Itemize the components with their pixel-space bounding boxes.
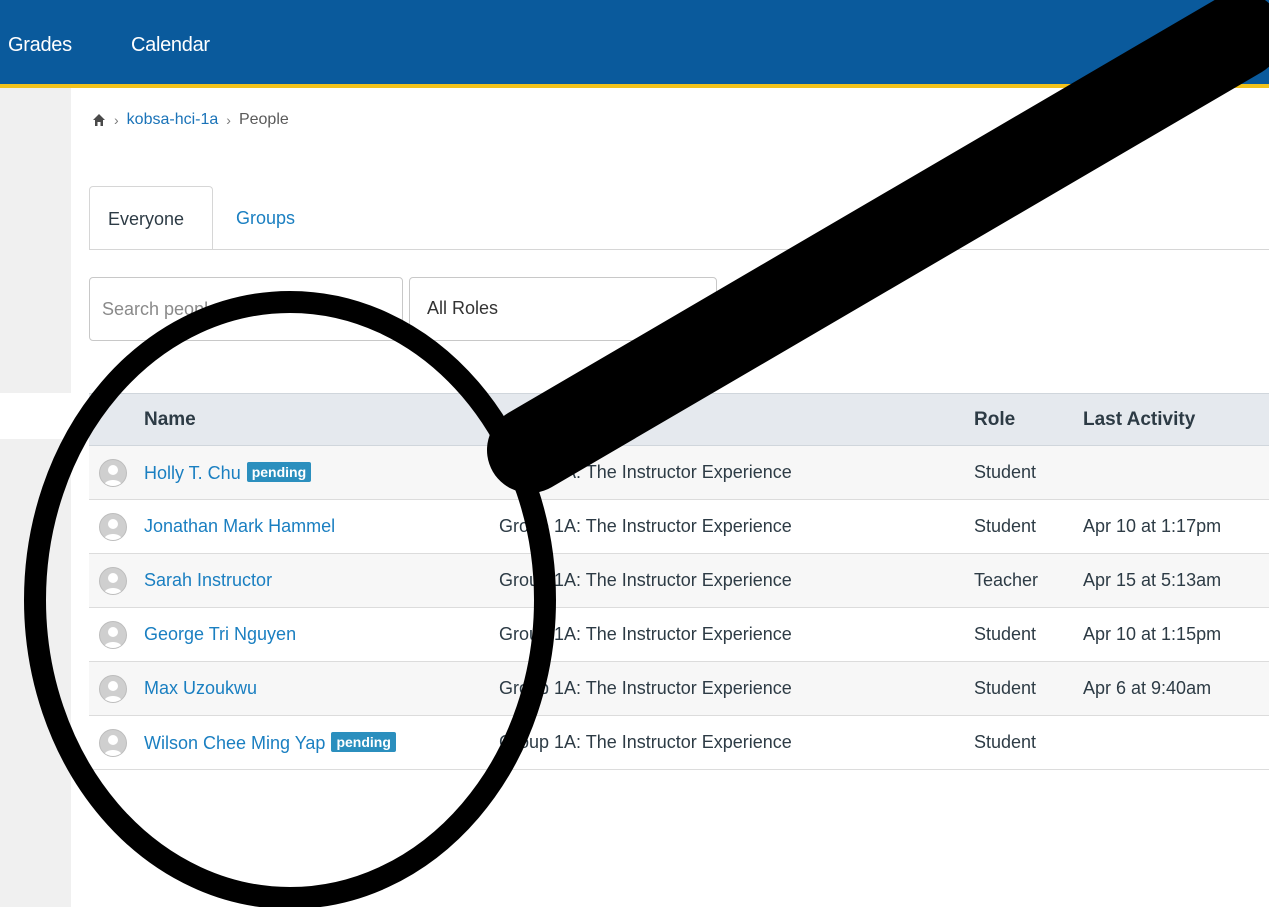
avatar-icon[interactable] [99, 674, 127, 703]
tab-everyone[interactable]: Everyone [89, 186, 213, 250]
role-cell: Student [974, 445, 1083, 500]
table-row: Holly T. Chu pending Group 1A: The Instruc… [89, 445, 1269, 500]
section-cell: Group 1A: The Instructor Experience [499, 553, 974, 608]
name-cell: Jonathan Mark Hammel [144, 499, 499, 554]
section-cell: Group 1A: The Instructor Experience [499, 715, 974, 770]
name-cell: George Tri Nguyen [144, 607, 499, 662]
person-name-link[interactable]: Wilson Chee Ming Yap [144, 733, 325, 753]
role-cell: Student [974, 661, 1083, 716]
header-last-activity[interactable]: Last Activity [1083, 393, 1269, 446]
header-section [499, 393, 974, 446]
breadcrumb-current-page: People [238, 111, 289, 128]
avatar-icon[interactable] [99, 458, 127, 487]
breadcrumb-course-link[interactable]: kobsa-hci-1a [127, 111, 219, 129]
last-activity-cell: Apr 15 at 5:13am [1083, 553, 1269, 608]
chevron-right-icon: › [114, 112, 119, 128]
header-role[interactable]: Role [974, 393, 1083, 446]
section-cell: Group 1A: The Instructor Experience [499, 445, 974, 500]
name-cell: Wilson Chee Ming Yap pending [144, 715, 499, 770]
table-row: Wilson Chee Ming Yap pending Group 1A: The… [89, 715, 1269, 770]
avatar-cell [89, 445, 144, 500]
avatar-icon[interactable] [99, 512, 127, 541]
role-cell: Teacher [974, 553, 1083, 608]
person-name-link[interactable]: Sarah Instructor [144, 570, 272, 590]
nav-item-calendar[interactable]: Calendar [131, 34, 210, 57]
chevron-right-icon: › [226, 112, 231, 128]
table-row: Jonathan Mark Hammel Group 1A: The Instru… [89, 499, 1269, 554]
person-name-link[interactable]: Jonathan Mark Hammel [144, 516, 335, 536]
table-row: Max Uzoukwu Group 1A: The Instructor Expe… [89, 661, 1269, 716]
avatar-cell [89, 607, 144, 662]
avatar-icon[interactable] [99, 728, 127, 757]
role-filter-value: All Roles [427, 298, 499, 318]
person-name-link[interactable]: Holly T. Chu [144, 463, 241, 483]
home-icon[interactable] [92, 113, 106, 127]
tab-groups[interactable]: Groups [218, 186, 313, 250]
last-activity-cell: Apr 10 at 1:15pm [1083, 607, 1269, 662]
table-row: George Tri Nguyen Group 1A: The Instructo… [89, 607, 1269, 662]
pending-badge: pending [246, 461, 312, 482]
avatar-cell [89, 661, 144, 716]
role-cell: Student [974, 715, 1083, 770]
tabs-divider [89, 249, 1269, 250]
avatar-icon[interactable] [99, 620, 127, 649]
table-row: Sarah Instructor Group 1A: The Instructor… [89, 553, 1269, 608]
last-activity-cell [1083, 715, 1269, 770]
section-cell: Group 1A: The Instructor Experience [499, 607, 974, 662]
section-cell: Group 1A: The Instructor Experience [499, 661, 974, 716]
nav-item-grades[interactable]: Grades [8, 34, 72, 57]
table-header-row: Name Role Last Activity [89, 393, 1269, 446]
avatar-cell [89, 715, 144, 770]
section-cell: Group 1A: The Instructor Experience [499, 499, 974, 554]
role-filter-select[interactable]: All Roles ▼ [409, 277, 717, 341]
header-avatar [89, 393, 144, 446]
header-name[interactable]: Name [144, 393, 499, 446]
people-table: Name Role Last Activity Holly T. Chu pend… [89, 393, 1269, 770]
person-name-link[interactable]: George Tri Nguyen [144, 624, 296, 644]
caret-down-icon: ▼ [692, 300, 706, 316]
last-activity-cell: Apr 10 at 1:17pm [1083, 499, 1269, 554]
last-activity-cell [1083, 445, 1269, 500]
role-cell: Student [974, 607, 1083, 662]
role-cell: Student [974, 499, 1083, 554]
search-people-input[interactable] [89, 277, 403, 341]
name-cell: Sarah Instructor [144, 553, 499, 608]
name-cell: Holly T. Chu pending [144, 445, 499, 500]
breadcrumb: › kobsa-hci-1a › People [92, 111, 289, 129]
top-navigation-bar: Grades Calendar [0, 0, 1269, 88]
avatar-cell [89, 499, 144, 554]
left-sidebar [0, 88, 71, 907]
pending-badge: pending [331, 731, 396, 752]
sidebar-divider [0, 393, 71, 439]
name-cell: Max Uzoukwu [144, 661, 499, 716]
magnifier-handle [487, 0, 1269, 493]
avatar-icon[interactable] [99, 566, 127, 595]
avatar-cell [89, 553, 144, 608]
last-activity-cell: Apr 6 at 9:40am [1083, 661, 1269, 716]
person-name-link[interactable]: Max Uzoukwu [144, 678, 257, 698]
